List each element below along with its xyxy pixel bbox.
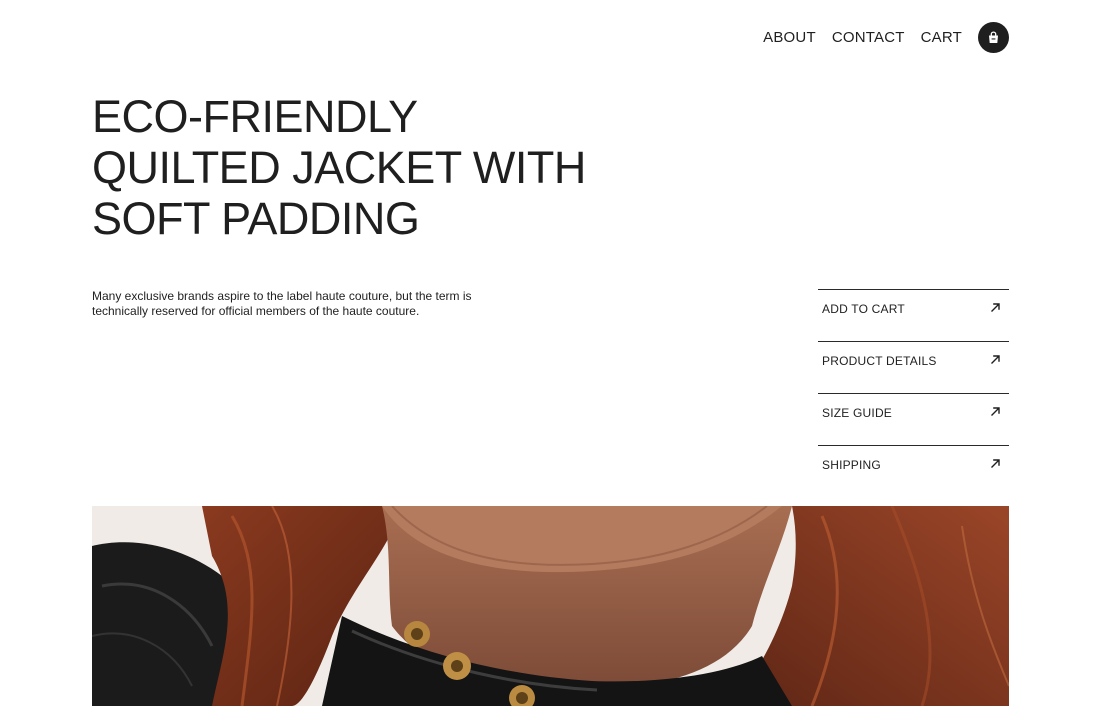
add-to-cart-button[interactable]: ADD TO CART [818, 289, 1009, 341]
add-to-cart-label: ADD TO CART [822, 302, 905, 316]
top-nav: ABOUT CONTACT CART [763, 22, 1009, 53]
product-details-label: PRODUCT DETAILS [822, 354, 937, 368]
product-description: Many exclusive brands aspire to the labe… [92, 289, 472, 318]
nav-link-contact[interactable]: CONTACT [832, 29, 905, 46]
arrow-up-right-icon [991, 355, 1000, 364]
product-title: ECO-FRIENDLY QUILTED JACKET WITH SOFT PA… [92, 91, 592, 244]
arrow-up-right-icon [991, 303, 1000, 312]
product-title-line-2: QUILTED JACKET WITH [92, 142, 586, 193]
cart-button[interactable] [978, 22, 1009, 53]
shipping-button[interactable]: SHIPPING [818, 445, 1009, 497]
product-hero-image [92, 506, 1009, 706]
size-guide-button[interactable]: SIZE GUIDE [818, 393, 1009, 445]
product-title-line-1: ECO-FRIENDLY [92, 91, 418, 142]
shipping-label: SHIPPING [822, 458, 881, 472]
nav-link-cart[interactable]: CART [921, 29, 962, 46]
product-page: ABOUT CONTACT CART ECO-FRIENDLY QUILTED … [0, 0, 1099, 706]
shopping-bag-icon [989, 31, 998, 43]
arrow-up-right-icon [991, 407, 1000, 416]
product-title-line-3: SOFT PADDING [92, 193, 420, 244]
nav-link-about[interactable]: ABOUT [763, 29, 816, 46]
product-action-list: ADD TO CART PRODUCT DETAILS SIZE GUIDE S… [818, 289, 1009, 497]
size-guide-label: SIZE GUIDE [822, 406, 893, 420]
product-details-button[interactable]: PRODUCT DETAILS [818, 341, 1009, 393]
model-photo [92, 506, 1009, 706]
arrow-up-right-icon [991, 459, 1000, 468]
